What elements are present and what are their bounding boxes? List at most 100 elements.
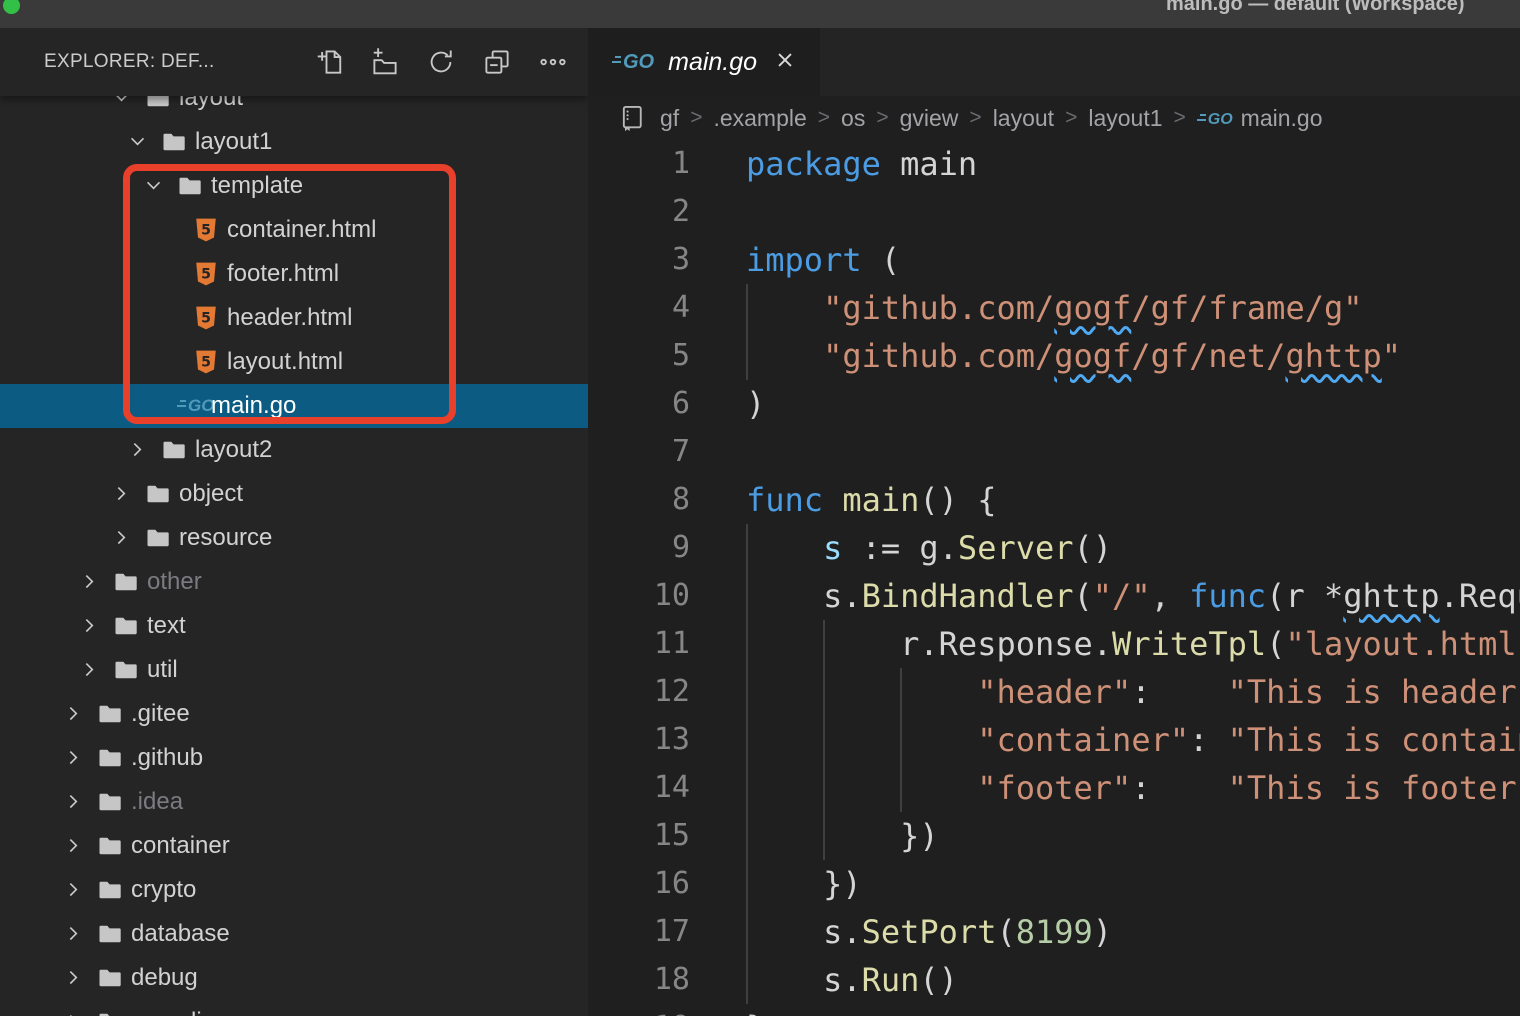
tree-item-crypto[interactable]: crypto: [0, 868, 588, 912]
file-icon-slot: [145, 96, 179, 110]
twisty: [63, 835, 97, 857]
code-line-19[interactable]: }: [746, 1004, 765, 1016]
chevron-down-icon: [143, 175, 165, 197]
tree-item-label: util: [147, 656, 178, 684]
tree-item-footer.html[interactable]: 5footer.html: [0, 252, 588, 296]
chevron-right-icon: [63, 967, 85, 989]
collapse-all-button[interactable]: [480, 45, 514, 79]
tree-item-other[interactable]: other: [0, 560, 588, 604]
breadcrumb-separator: >: [818, 106, 830, 130]
code-line-14[interactable]: "footer": "This is footer",: [746, 764, 1520, 812]
tree-item-header.html[interactable]: 5header.html: [0, 296, 588, 340]
tree-item-encoding[interactable]: encoding: [0, 1000, 588, 1016]
tree-item-label: main.go: [211, 392, 296, 420]
code-line-8[interactable]: func main() {: [746, 476, 996, 524]
book-icon: [618, 104, 646, 132]
tree-item-.idea[interactable]: .idea: [0, 780, 588, 824]
line-number: 6: [588, 380, 690, 428]
tree-item-text[interactable]: text: [0, 604, 588, 648]
breadcrumb-item-.example[interactable]: .example: [713, 105, 806, 132]
tree-item-layout2[interactable]: layout2: [0, 428, 588, 472]
tree-item-label: layout.html: [227, 348, 343, 376]
tree-item-layout.html[interactable]: 5layout.html: [0, 340, 588, 384]
folder-icon: [97, 834, 123, 858]
code-line-15[interactable]: }): [746, 812, 939, 860]
tab-main-go[interactable]: GO main.go: [588, 28, 820, 96]
line-number: 2: [588, 188, 690, 236]
line-number: 12: [588, 668, 690, 716]
code-editor[interactable]: 1package main23import (4 "github.com/gog…: [588, 140, 1520, 1016]
tree-item-layout[interactable]: layout: [0, 96, 588, 120]
line-number: 11: [588, 620, 690, 668]
refresh-button[interactable]: [424, 45, 458, 79]
folder-icon: [97, 1010, 123, 1016]
folder-icon: [113, 614, 139, 638]
tree-item-label: object: [179, 480, 243, 508]
tree-item-.github[interactable]: .github: [0, 736, 588, 780]
editor-group: GO main.go gf>.example>os>gview>layout>l…: [588, 28, 1520, 1016]
code-line-10[interactable]: s.BindHandler("/", func(r *ghttp.Request…: [746, 572, 1520, 620]
go-icon: GO: [177, 396, 214, 416]
tree-item-debug[interactable]: debug: [0, 956, 588, 1000]
code-line-12[interactable]: "header": "This is header",: [746, 668, 1520, 716]
code-line-1[interactable]: package main: [746, 140, 977, 188]
code-line-16[interactable]: }): [746, 860, 862, 908]
chevron-right-icon: [63, 747, 85, 769]
line-number: 18: [588, 956, 690, 1004]
code-line-5[interactable]: "github.com/gogf/gf/net/ghttp": [746, 332, 1401, 380]
tree-item-template[interactable]: template: [0, 164, 588, 208]
tree-item-container[interactable]: container: [0, 824, 588, 868]
tree-item-label: .github: [131, 744, 203, 772]
tree-item-label: .idea: [131, 788, 183, 816]
breadcrumb-separator: >: [969, 106, 981, 130]
breadcrumb-item-gview[interactable]: gview: [900, 105, 959, 132]
tree-item-layout1[interactable]: layout1: [0, 120, 588, 164]
tree-item-.gitee[interactable]: .gitee: [0, 692, 588, 736]
new-file-button[interactable]: [312, 45, 346, 79]
svg-text:5: 5: [201, 266, 211, 282]
tree-item-resource[interactable]: resource: [0, 516, 588, 560]
file-tree[interactable]: layoutlayout1 template 5container.html5foo…: [0, 96, 588, 1016]
code-line-4[interactable]: "github.com/gogf/gf/frame/g": [746, 284, 1363, 332]
file-icon-slot: [145, 482, 179, 506]
code-line-6[interactable]: ): [746, 380, 765, 428]
more-actions-button[interactable]: [536, 45, 570, 79]
folder-icon: [113, 570, 139, 594]
file-icon-slot: GO: [177, 396, 211, 416]
file-icon-slot: [113, 570, 147, 594]
vscode-window: main.go — default (Workspace) EXPLORER: …: [0, 0, 1520, 1016]
tree-item-util[interactable]: util: [0, 648, 588, 692]
code-line-9[interactable]: s := g.Server(): [746, 524, 1112, 572]
file-icon-slot: [97, 922, 131, 946]
code-line-11[interactable]: r.Response.WriteTpl("layout.html", g.Map…: [746, 620, 1520, 668]
code-line-13[interactable]: "container": "This is container",: [746, 716, 1520, 764]
folder-icon: [145, 482, 171, 506]
tree-item-label: template: [211, 172, 303, 200]
go-icon: GO: [1197, 108, 1233, 129]
close-icon[interactable]: [772, 47, 798, 78]
tree-item-container.html[interactable]: 5container.html: [0, 208, 588, 252]
breadcrumb-item-layout1[interactable]: layout1: [1088, 105, 1162, 132]
chevron-right-icon: [79, 571, 101, 593]
tree-item-object[interactable]: object: [0, 472, 588, 516]
new-folder-button[interactable]: [368, 45, 402, 79]
file-icon-slot: [113, 658, 147, 682]
code-line-3[interactable]: import (: [746, 236, 900, 284]
breadcrumb-item-os[interactable]: os: [841, 105, 865, 132]
twisty: [63, 1011, 97, 1016]
traffic-light-green-icon[interactable]: [3, 0, 20, 14]
twisty: [63, 747, 97, 769]
code-line-17[interactable]: s.SetPort(8199): [746, 908, 1112, 956]
breadcrumb-item-gf[interactable]: gf: [660, 105, 679, 132]
title-bar: main.go — default (Workspace): [0, 0, 1520, 28]
breadcrumb-item-layout[interactable]: layout: [993, 105, 1054, 132]
tree-item-main.go[interactable]: GOmain.go: [0, 384, 588, 428]
tree-item-database[interactable]: database: [0, 912, 588, 956]
file-icon-slot: 5: [193, 216, 227, 244]
breadcrumb-item-main.go[interactable]: main.go: [1241, 105, 1323, 132]
chevron-right-icon: [63, 1011, 85, 1016]
folder-icon: [145, 96, 171, 110]
code-line-18[interactable]: s.Run(): [746, 956, 958, 1004]
line-number: 3: [588, 236, 690, 284]
html5-icon: 5: [193, 216, 219, 244]
